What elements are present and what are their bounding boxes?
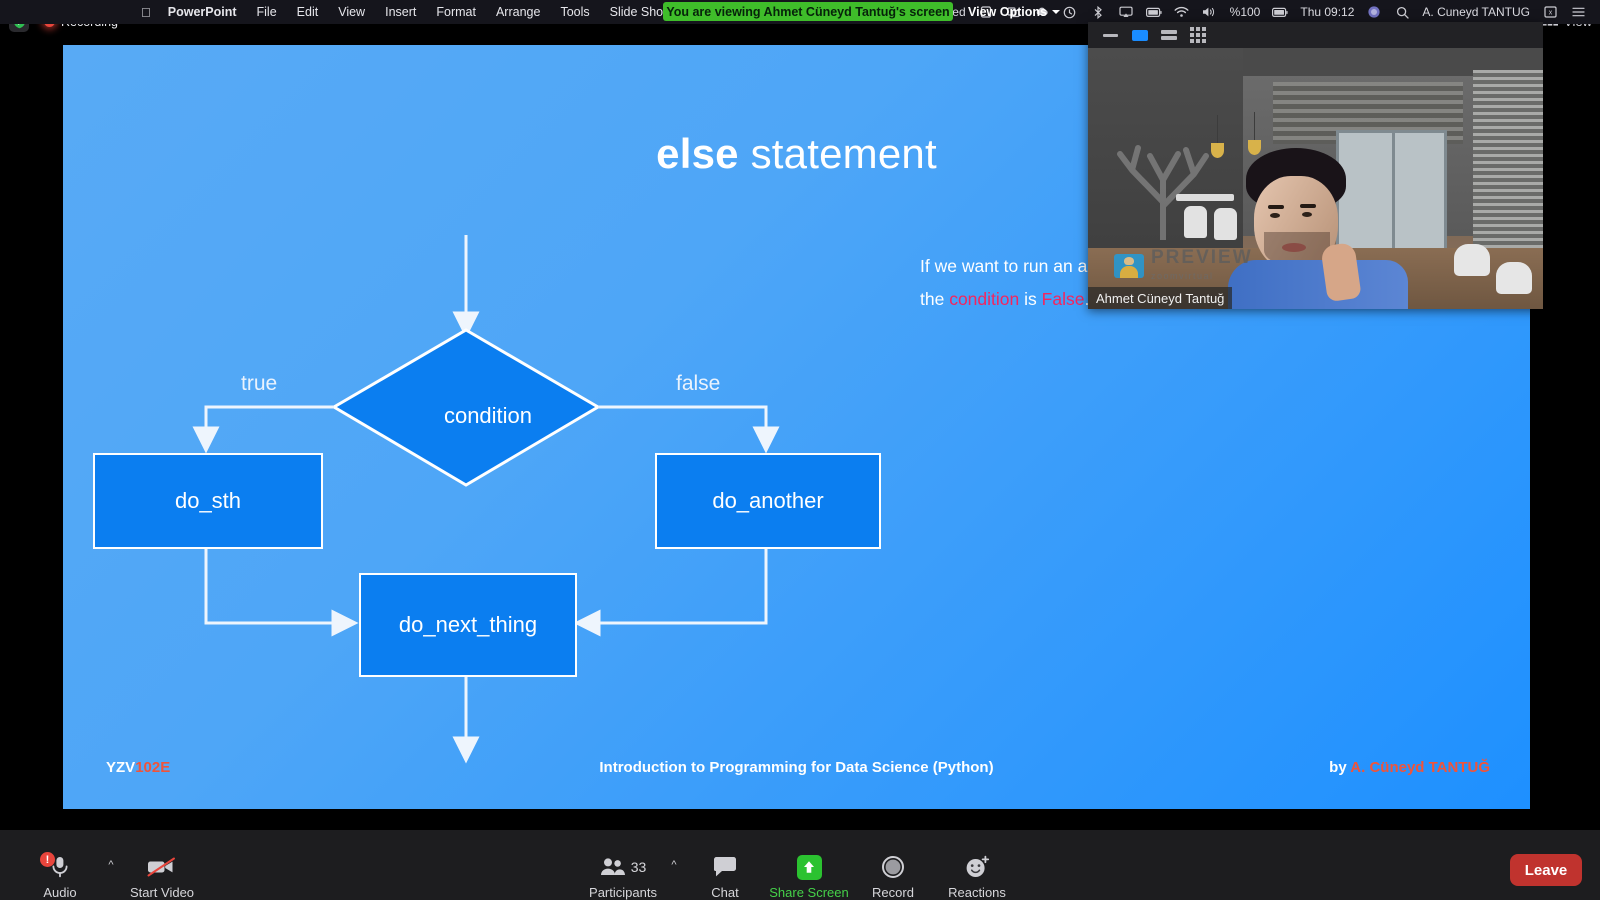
battery-icon[interactable] — [1140, 4, 1168, 20]
reactions-button[interactable]: Reactions — [935, 848, 1019, 900]
share-screen-button[interactable]: Share Screen — [767, 848, 851, 900]
participants-button[interactable]: 33 Participants — [581, 848, 665, 900]
watermark-badge-icon — [1114, 253, 1144, 278]
participant-video-person — [1228, 148, 1408, 309]
flow-decision-label: condition — [443, 403, 533, 428]
smiley-plus-icon — [964, 854, 990, 880]
slide-footer-course-title: Introduction to Programming for Data Sci… — [599, 759, 994, 776]
microphone-muted-icon: ! — [40, 852, 71, 880]
watermark-line2: zoomvirtual — [1151, 271, 1214, 281]
author-by-label: by — [1329, 759, 1351, 776]
author-name: A. Cüneyd TANTUĞ — [1350, 759, 1490, 776]
participants-label: Participants — [589, 885, 657, 900]
slide-footer: YZV102E Introduction to Programming for … — [63, 759, 1530, 781]
menu-bar-user-label[interactable]: A. Cuneyd TANTUG — [1416, 0, 1536, 24]
participants-count: 33 — [630, 859, 647, 875]
record-circle-icon — [880, 854, 906, 880]
clock-label: Thu 09:12 — [1300, 5, 1355, 19]
zoom-meeting-window:  PowerPoint File Edit View Insert Forma… — [0, 0, 1600, 900]
menu-item-arrange[interactable]: Arrange — [486, 0, 550, 24]
menu-item-format[interactable]: Format — [426, 0, 486, 24]
view-options-label: View Options — [968, 4, 1047, 19]
chat-button[interactable]: Chat — [683, 848, 767, 900]
video-panel-toolbar — [1088, 22, 1543, 48]
people-icon: 33 — [600, 854, 647, 880]
display-arrange-icon[interactable]: x — [1536, 4, 1564, 20]
start-video-label: Start Video — [129, 885, 195, 900]
participant-name-label: Ahmet Cüneyd Tantuğ — [1088, 287, 1233, 309]
chevron-down-icon — [1051, 9, 1060, 14]
zoomvirtual-watermark: PREVIEW zoomvirtual — [1114, 248, 1253, 283]
volume-icon[interactable] — [1196, 4, 1224, 20]
audio-label: Audio — [43, 885, 77, 900]
screen-share-banner: You are viewing Ahmet Cüneyd Tantuğ's sc… — [663, 2, 953, 21]
toolbar-left-group: ! Audio ^ Start Video — [18, 836, 204, 900]
slide-footer-author: by A. Cüneyd TANTUĞ — [1329, 759, 1490, 776]
flow-label-true: true — [241, 372, 278, 395]
split-view-button[interactable] — [1154, 24, 1183, 46]
flow-label-false: false — [676, 372, 721, 395]
menu-item-edit[interactable]: Edit — [287, 0, 329, 24]
record-button[interactable]: Record — [851, 848, 935, 900]
minimize-view-button[interactable] — [1096, 24, 1125, 46]
watermark-line1: PREVIEW — [1151, 247, 1253, 268]
start-video-button[interactable]: Start Video — [120, 848, 204, 900]
leave-button[interactable]: Leave — [1510, 854, 1582, 886]
record-label: Record — [872, 885, 914, 900]
battery-charging-icon[interactable] — [1266, 4, 1294, 20]
gallery-view-button[interactable] — [1183, 24, 1212, 46]
flow-node-do-next-thing: do_next_thing — [359, 573, 577, 677]
chat-bubble-icon — [712, 854, 738, 880]
flow-node-do-another: do_another — [655, 453, 881, 549]
bluetooth-icon[interactable] — [1084, 4, 1112, 20]
active-speaker-view-button[interactable] — [1125, 24, 1154, 46]
search-icon[interactable] — [1388, 4, 1416, 20]
chat-label: Chat — [711, 885, 739, 900]
toolbar-center-group: 33 Participants ^ Chat Share Screen Reco… — [581, 836, 1019, 900]
menu-item-tools[interactable]: Tools — [550, 0, 599, 24]
reactions-label: Reactions — [948, 885, 1006, 900]
view-options-button[interactable]: View Options — [968, 2, 1060, 21]
menu-item-view[interactable]: View — [328, 0, 375, 24]
siri-icon[interactable] — [1360, 4, 1388, 20]
audio-button[interactable]: ! Audio — [18, 848, 102, 900]
apple-logo-icon[interactable]:  — [130, 6, 162, 19]
airplay-icon[interactable] — [1112, 4, 1140, 20]
audio-alert-badge: ! — [40, 852, 55, 867]
audio-options-caret[interactable]: ^ — [102, 836, 120, 900]
menu-app-name[interactable]: PowerPoint — [162, 0, 247, 24]
share-screen-label: Share Screen — [769, 885, 849, 900]
control-center-icon[interactable] — [1564, 4, 1592, 20]
menu-item-insert[interactable]: Insert — [375, 0, 426, 24]
camera-off-icon — [146, 854, 178, 880]
video-feed[interactable]: PREVIEW zoomvirtual Ahmet Cüneyd Tantuğ — [1088, 48, 1543, 309]
wifi-icon[interactable] — [1168, 4, 1196, 20]
participants-options-caret[interactable]: ^ — [665, 836, 683, 900]
flow-node-do-sth: do_sth — [93, 453, 323, 549]
floating-video-panel[interactable]: PREVIEW zoomvirtual Ahmet Cüneyd Tantuğ — [1088, 22, 1543, 309]
share-screen-icon — [796, 854, 822, 880]
battery-percent-label: %100 — [1229, 5, 1261, 19]
svg-text:x: x — [1548, 10, 1552, 17]
menu-item-file[interactable]: File — [247, 0, 287, 24]
meeting-controls-toolbar: ! Audio ^ Start Video 33 Participants ^ — [0, 830, 1600, 900]
